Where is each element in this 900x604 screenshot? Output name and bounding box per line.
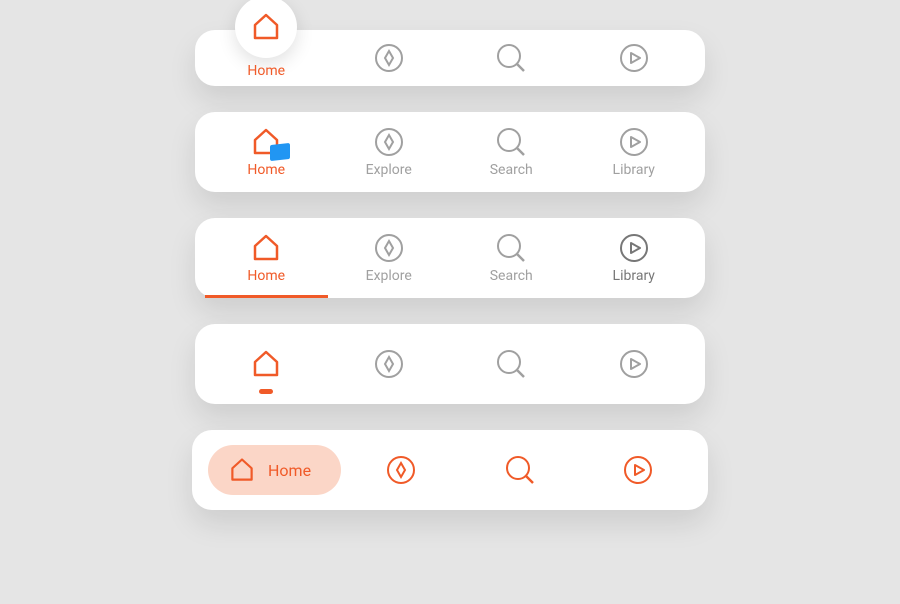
- nav-item-home[interactable]: Home: [205, 30, 328, 86]
- explore-icon: [373, 232, 405, 264]
- nav-item-library[interactable]: Library: [573, 112, 696, 192]
- home-icon: [250, 11, 282, 43]
- navbar-underline: Home Explore Search Library: [195, 218, 705, 298]
- nav-item-explore[interactable]: [385, 454, 417, 486]
- play-icon: [618, 42, 650, 74]
- nav-item-explore[interactable]: Explore: [328, 218, 451, 298]
- nav-item-search[interactable]: [504, 454, 536, 486]
- play-icon: [618, 348, 650, 380]
- nav-label-search: Search: [490, 268, 533, 284]
- navbar-labeled-badge: Home Explore Search Library: [195, 112, 705, 192]
- explore-icon: [385, 454, 417, 486]
- icon-wrap: [250, 126, 282, 158]
- search-icon: [495, 348, 527, 380]
- search-icon: [495, 42, 527, 74]
- active-underline: [205, 295, 328, 298]
- navbar-dot: [195, 324, 705, 404]
- nav-item-explore[interactable]: [328, 30, 451, 86]
- play-icon: [622, 454, 654, 486]
- nav-item-library[interactable]: Library: [573, 218, 696, 298]
- nav-item-home[interactable]: Home: [205, 218, 328, 298]
- nav-item-search[interactable]: Search: [450, 218, 573, 298]
- home-icon: [250, 232, 282, 264]
- search-icon: [495, 126, 527, 158]
- play-icon: [618, 126, 650, 158]
- nav-item-explore[interactable]: [328, 324, 451, 404]
- notification-badge: [270, 143, 290, 161]
- nav-item-explore[interactable]: Explore: [328, 112, 451, 192]
- nav-label-search: Search: [490, 162, 533, 178]
- play-icon: [618, 232, 650, 264]
- active-dot: [259, 389, 273, 394]
- nav-label-home: Home: [247, 268, 285, 284]
- nav-label-library: Library: [613, 268, 655, 284]
- nav-item-search[interactable]: [450, 30, 573, 86]
- nav-item-search[interactable]: Search: [450, 112, 573, 192]
- home-icon: [250, 348, 282, 380]
- nav-label-library: Library: [613, 162, 655, 178]
- nav-item-home[interactable]: [205, 324, 328, 404]
- nav-item-search[interactable]: [450, 324, 573, 404]
- floating-selected-bubble: [235, 0, 297, 58]
- nav-rest: [341, 454, 698, 486]
- explore-icon: [373, 42, 405, 74]
- explore-icon: [373, 126, 405, 158]
- search-icon: [495, 232, 527, 264]
- nav-label-home: Home: [268, 461, 311, 480]
- home-icon: [228, 456, 256, 484]
- nav-item-library[interactable]: [573, 324, 696, 404]
- nav-item-library[interactable]: [622, 454, 654, 486]
- nav-label-home: Home: [247, 162, 285, 178]
- search-icon: [504, 454, 536, 486]
- nav-label-explore: Explore: [366, 162, 412, 178]
- nav-item-home[interactable]: Home: [205, 112, 328, 192]
- nav-label-explore: Explore: [366, 268, 412, 284]
- nav-label-home: Home: [247, 63, 285, 79]
- nav-item-library[interactable]: [573, 30, 696, 86]
- nav-item-home[interactable]: Home: [208, 445, 341, 495]
- navbar-pill: Home: [192, 430, 708, 510]
- navbar-floating: Home: [195, 30, 705, 86]
- explore-icon: [373, 348, 405, 380]
